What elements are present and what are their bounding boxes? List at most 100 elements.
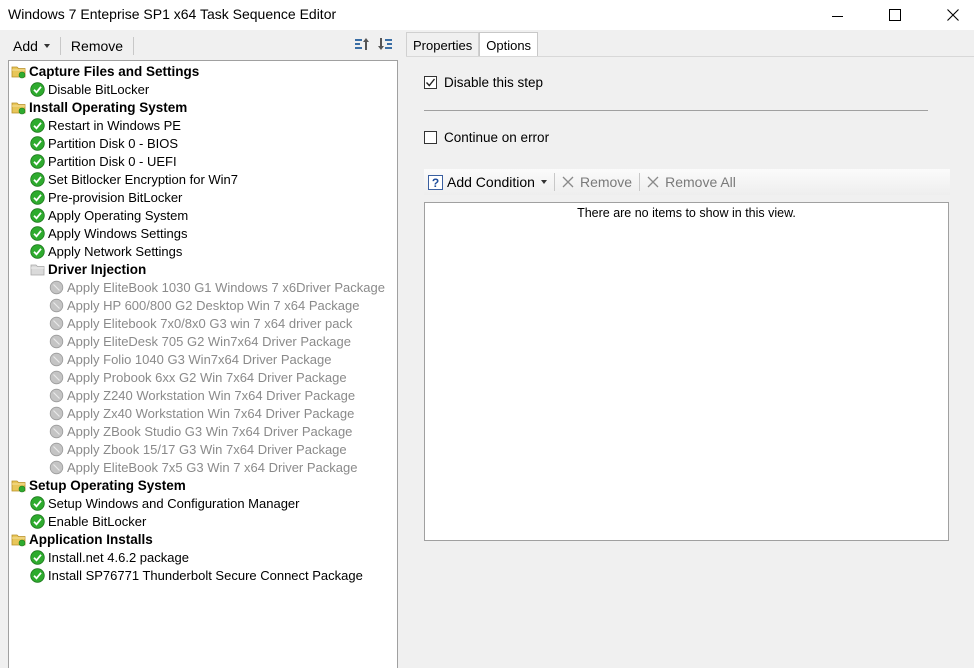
check-icon	[30, 189, 45, 205]
folder-icon	[11, 478, 26, 493]
tree-step-item[interactable]: Restart in Windows PE	[30, 116, 181, 134]
move-down-icon[interactable]	[377, 36, 393, 52]
task-toolbar: Add Remove	[0, 32, 400, 59]
remove-button[interactable]: Remove	[65, 38, 129, 54]
remove-all-conditions-button[interactable]: Remove All	[643, 174, 740, 190]
tree-step-item[interactable]: Set Bitlocker Encryption for Win7	[30, 170, 238, 188]
tree-item-label: Apply Zx40 Workstation Win 7x64 Driver P…	[67, 405, 355, 421]
disabled-step-icon	[49, 388, 64, 403]
tree-item-label: Disable BitLocker	[48, 81, 150, 97]
tree-step-item[interactable]: Apply HP 600/800 G2 Desktop Win 7 x64 Pa…	[49, 296, 359, 314]
tree-step-item[interactable]: Apply Zx40 Workstation Win 7x64 Driver P…	[49, 404, 354, 422]
move-up-icon[interactable]	[354, 36, 370, 52]
tree-item-label: Apply Folio 1040 G3 Win7x64 Driver Packa…	[67, 351, 332, 367]
tree-step-item[interactable]: Disable BitLocker	[30, 80, 149, 98]
disabled-step-icon	[49, 352, 64, 367]
options-panel: Disable this step Continue on error ? Ad…	[406, 56, 974, 668]
tree-group-item[interactable]: Application Installs	[11, 530, 153, 548]
tree-step-item[interactable]: Pre-provision BitLocker	[30, 188, 182, 206]
tree-step-item[interactable]: Apply Operating System	[30, 206, 188, 224]
check-icon	[30, 81, 45, 97]
tree-step-item[interactable]: Install.net 4.6.2 package	[30, 548, 189, 566]
panel-splitter[interactable]	[398, 32, 406, 668]
maximize-button[interactable]	[872, 0, 918, 30]
toolbar-separator	[133, 36, 135, 55]
tree-step-item[interactable]: Setup Windows and Configuration Manager	[30, 494, 299, 512]
tree-item-label: Pre-provision BitLocker	[48, 189, 183, 205]
remove-condition-button[interactable]: Remove	[558, 174, 636, 190]
tree-item-label: Setup Windows and Configuration Manager	[48, 495, 300, 511]
tree-step-item[interactable]: Apply Probook 6xx G2 Win 7x64 Driver Pac…	[49, 368, 347, 386]
conditions-list[interactable]: There are no items to show in this view.	[424, 202, 949, 541]
tree-step-item[interactable]: Apply Network Settings	[30, 242, 182, 260]
toolbar-separator	[639, 173, 641, 191]
disabled-step-icon	[49, 406, 64, 421]
check-icon	[30, 207, 45, 223]
continue-on-error-option[interactable]: Continue on error	[424, 130, 549, 145]
tree-item-label: Install Operating System	[29, 99, 188, 115]
tree-item-label: Apply Z240 Workstation Win 7x64 Driver P…	[67, 387, 356, 403]
remove-button-label: Remove	[70, 37, 124, 54]
add-button[interactable]: Add	[7, 38, 56, 54]
tree-item-label: Apply Elitebook 7x0/8x0 G3 win 7 x64 dri…	[67, 315, 353, 331]
tree-step-item[interactable]: Apply Elitebook 7x0/8x0 G3 win 7 x64 dri…	[49, 314, 352, 332]
tree-item-label: Enable BitLocker	[48, 513, 147, 529]
tree-group-item[interactable]: Driver Injection	[30, 260, 146, 278]
minimize-icon	[831, 15, 843, 17]
chevron-down-icon	[540, 180, 547, 184]
title-bar: Windows 7 Enteprise SP1 x64 Task Sequenc…	[0, 0, 974, 30]
minimize-button[interactable]	[814, 0, 860, 30]
tab-properties[interactable]: Properties	[406, 32, 480, 57]
chevron-down-icon	[43, 43, 50, 48]
tree-step-item[interactable]: Apply Z240 Workstation Win 7x64 Driver P…	[49, 386, 355, 404]
maximize-icon	[889, 9, 901, 21]
check-icon	[30, 567, 45, 583]
tree-item-label: Driver Injection	[48, 261, 147, 277]
disable-step-option[interactable]: Disable this step	[424, 75, 543, 90]
tree-step-item[interactable]: Apply EliteDesk 705 G2 Win7x64 Driver Pa…	[49, 332, 351, 350]
window-title: Windows 7 Enteprise SP1 x64 Task Sequenc…	[8, 6, 337, 22]
help-icon: ?	[428, 174, 443, 190]
tree-item-label: Apply Network Settings	[48, 243, 183, 259]
checkmark-icon	[425, 78, 436, 87]
tree-group-item[interactable]: Setup Operating System	[11, 476, 186, 494]
check-icon	[30, 171, 45, 187]
tree-step-item[interactable]: Apply Windows Settings	[30, 224, 187, 242]
properties-tabs: Properties Options	[406, 32, 539, 57]
tree-step-item[interactable]: Partition Disk 0 - UEFI	[30, 152, 177, 170]
folder-icon	[11, 532, 26, 547]
tree-step-item[interactable]: Apply EliteBook 1030 G1 Windows 7 x6Driv…	[49, 278, 385, 296]
svg-text:?: ?	[432, 176, 439, 190]
check-icon	[30, 243, 45, 259]
tree-step-item[interactable]: Enable BitLocker	[30, 512, 146, 530]
tree-step-item[interactable]: Apply ZBook Studio G3 Win 7x64 Driver Pa…	[49, 422, 352, 440]
check-icon	[30, 549, 45, 565]
tree-item-label: Setup Operating System	[29, 477, 186, 493]
tab-options[interactable]: Options	[479, 32, 539, 57]
tree-step-item[interactable]: Apply EliteBook 7x5 G3 Win 7 x64 Driver …	[49, 458, 357, 476]
disabled-step-icon	[49, 334, 64, 349]
tree-group-item[interactable]: Capture Files and Settings	[11, 62, 199, 80]
tree-step-item[interactable]: Apply Folio 1040 G3 Win7x64 Driver Packa…	[49, 350, 331, 368]
remove-all-label: Remove All	[665, 174, 736, 190]
condition-toolbar: ? Add Condition Remove Remove All	[424, 169, 950, 195]
disable-step-checkbox[interactable]	[424, 76, 437, 89]
toolbar-separator	[59, 36, 61, 55]
continue-on-error-checkbox[interactable]	[424, 131, 437, 144]
tree-item-label: Partition Disk 0 - BIOS	[48, 135, 179, 151]
tree-step-item[interactable]: Partition Disk 0 - BIOS	[30, 134, 178, 152]
tree-step-item[interactable]: Install SP76771 Thunderbolt Secure Conne…	[30, 566, 363, 584]
tree-item-label: Application Installs	[29, 531, 153, 547]
check-icon	[30, 135, 45, 151]
tree-item-label: Apply Windows Settings	[48, 225, 188, 241]
add-condition-button[interactable]: ? Add Condition	[424, 174, 551, 190]
add-button-label: Add	[13, 37, 38, 54]
tree-item-label: Set Bitlocker Encryption for Win7	[48, 171, 239, 187]
task-sequence-tree[interactable]: Capture Files and Settings Disable BitLoc…	[8, 60, 398, 668]
check-icon	[30, 153, 45, 169]
tree-step-item[interactable]: Apply Zbook 15/17 G3 Win 7x64 Driver Pac…	[49, 440, 347, 458]
tree-group-item[interactable]: Install Operating System	[11, 98, 187, 116]
close-button[interactable]	[930, 0, 974, 30]
tree-item-label: Partition Disk 0 - UEFI	[48, 153, 177, 169]
folder-icon	[11, 100, 26, 115]
